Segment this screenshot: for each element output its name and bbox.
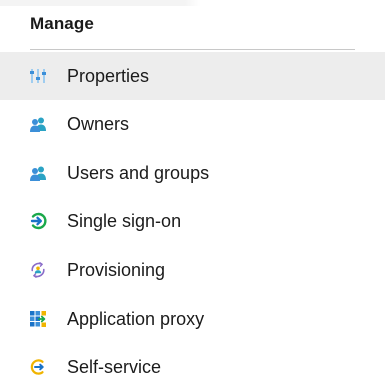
owners-icon — [29, 115, 47, 133]
nav-item-label: Single sign-on — [67, 210, 182, 231]
nav-item-label: Application proxy — [67, 308, 205, 329]
nav-item-application-proxy[interactable]: Application proxy — [0, 295, 385, 343]
nav-item-label: Properties — [67, 65, 150, 86]
nav-item-label: Users and groups — [67, 162, 210, 183]
single-sign-on-icon — [29, 212, 47, 230]
nav-item-owners[interactable]: Owners — [0, 100, 385, 148]
users-groups-icon — [29, 164, 47, 182]
properties-icon — [29, 67, 47, 85]
manage-nav-panel: Manage Properties Owners Users and group… — [0, 0, 385, 385]
section-header-manage: Manage — [30, 14, 94, 33]
nav-item-self-service[interactable]: Self-service — [0, 343, 385, 391]
application-proxy-icon — [29, 310, 47, 328]
section-divider — [30, 49, 355, 50]
nav-item-single-sign-on[interactable]: Single sign-on — [0, 197, 385, 245]
nav-item-users-and-groups[interactable]: Users and groups — [0, 149, 385, 197]
self-service-icon — [29, 358, 47, 376]
nav-item-properties[interactable]: Properties — [0, 52, 385, 100]
nav-item-provisioning[interactable]: Provisioning — [0, 246, 385, 294]
nav-item-label: Owners — [67, 113, 130, 134]
provisioning-icon — [29, 261, 47, 279]
nav-item-label: Self-service — [67, 356, 162, 377]
nav-item-label: Provisioning — [67, 259, 166, 280]
